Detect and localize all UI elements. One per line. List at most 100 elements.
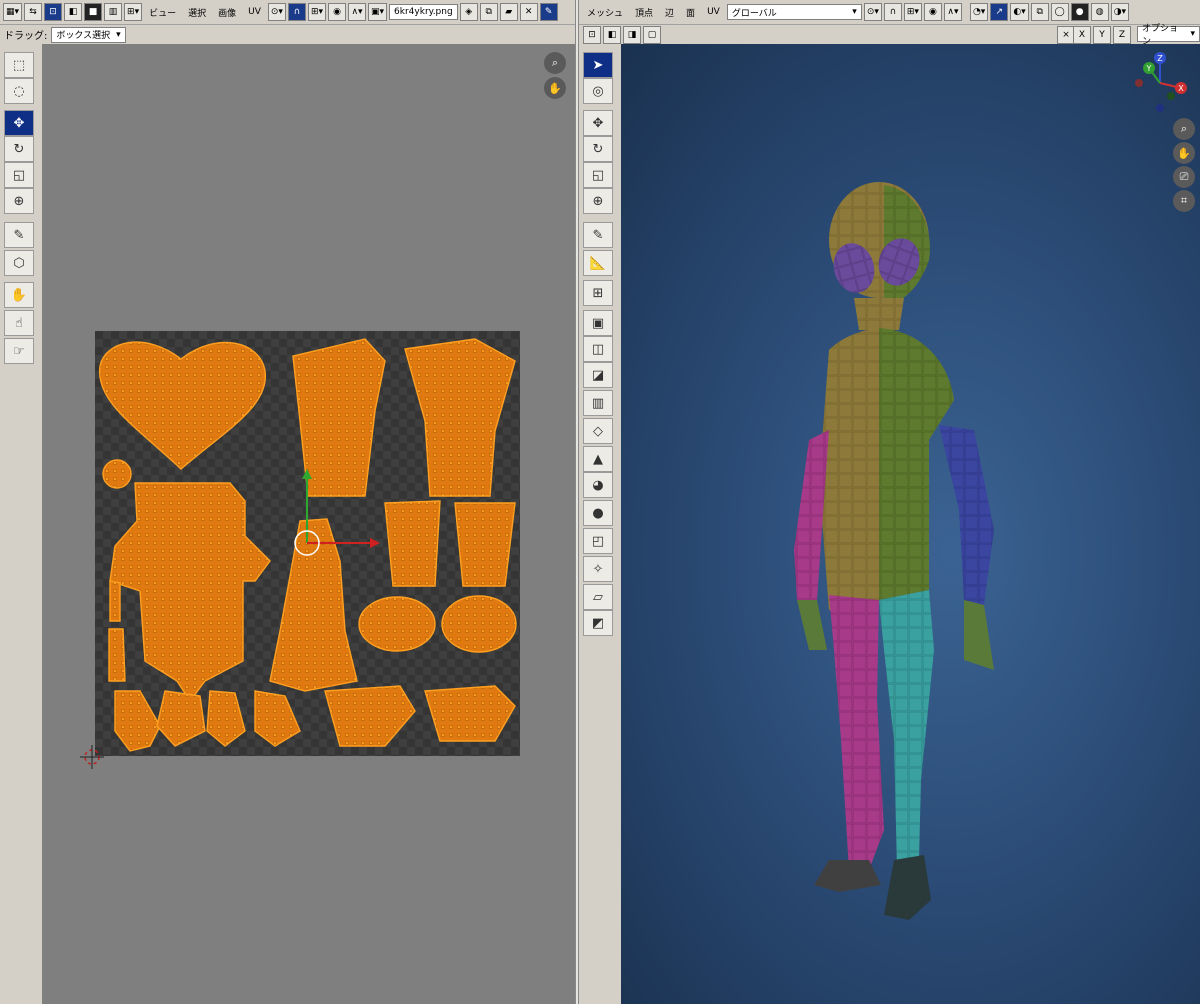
image-browse-icon[interactable]: ▣▾ bbox=[368, 3, 388, 21]
uv-2d-cursor-icon[interactable] bbox=[80, 745, 104, 769]
tool-annotate[interactable]: ✎ bbox=[4, 222, 34, 248]
image-name-text: 6kr4ykry.png bbox=[394, 7, 453, 17]
tool-knife[interactable]: ◇ bbox=[583, 418, 613, 444]
shading-render-icon[interactable]: ◑▾ bbox=[1110, 3, 1130, 21]
uv-editor[interactable]: ▦▾ ⇆ ⊡ ◧ ■ ▥ ⊞▾ ビュー 選択 画像 UV ⊙▾ ∩ ⊞▾ ◉ ∧… bbox=[0, 0, 575, 1004]
tool-select[interactable]: ➤ bbox=[583, 52, 613, 78]
menu-uv-3d[interactable]: UV bbox=[702, 7, 725, 17]
drag-mode-select[interactable]: ボックス選択 ▾ bbox=[51, 26, 126, 43]
tool-annotate-3d[interactable]: ✎ bbox=[583, 222, 613, 248]
menu-edge[interactable]: 辺 bbox=[660, 6, 679, 19]
falloff-icon[interactable]: ∧▾ bbox=[348, 3, 367, 21]
new-image-icon[interactable]: ⧉ bbox=[479, 3, 498, 21]
select-mode-edge-icon[interactable]: ◧ bbox=[603, 26, 621, 44]
options-dropdown[interactable]: オプション ▾ bbox=[1137, 24, 1200, 47]
uv-texture-area[interactable] bbox=[95, 331, 520, 756]
tool-poly-build[interactable]: ▲ bbox=[583, 446, 613, 472]
tool-shrink[interactable]: ✧ bbox=[583, 556, 613, 582]
tool-cursor-3d[interactable]: ◎ bbox=[583, 78, 613, 104]
tool-select-circle[interactable]: ◌ bbox=[4, 78, 34, 104]
shading-material-icon[interactable]: ◍ bbox=[1090, 3, 1109, 21]
tool-scale[interactable]: ◱ bbox=[4, 162, 34, 188]
falloff-3d-icon[interactable]: ∧▾ bbox=[943, 3, 962, 21]
select-mode-extra-icon[interactable]: ▢ bbox=[643, 26, 661, 44]
zoom-3d-icon[interactable]: ⌕ bbox=[1173, 118, 1195, 140]
sticky-select-icon[interactable]: ⊞▾ bbox=[124, 3, 143, 21]
menu-face[interactable]: 面 bbox=[681, 6, 700, 19]
tool-rotate[interactable]: ↻ bbox=[4, 136, 34, 162]
menu-image[interactable]: 画像 bbox=[213, 6, 241, 19]
axis-z-button[interactable]: Z bbox=[1113, 26, 1131, 44]
tool-rotate-3d[interactable]: ↻ bbox=[583, 136, 613, 162]
tool-move-3d[interactable]: ✥ bbox=[583, 110, 613, 136]
xray-icon[interactable]: ⧉ bbox=[1030, 3, 1049, 21]
menu-select[interactable]: 選択 bbox=[183, 6, 211, 19]
face-select-icon[interactable]: ■ bbox=[84, 3, 103, 21]
tool-extrude[interactable]: ▣ bbox=[583, 310, 613, 336]
shading-wire-icon[interactable]: ◯ bbox=[1050, 3, 1069, 21]
tool-inset[interactable]: ◫ bbox=[583, 336, 613, 362]
pivot-icon[interactable]: ⊙▾ bbox=[267, 3, 286, 21]
editor-type-icon[interactable]: ▦▾ bbox=[3, 3, 23, 21]
gizmo-toggle-icon[interactable]: ↗ bbox=[990, 3, 1009, 21]
tool-smooth[interactable]: ● bbox=[583, 500, 613, 526]
tool-cursor[interactable]: ⬡ bbox=[4, 250, 34, 276]
gizmo-z-label: Z bbox=[1157, 54, 1163, 63]
tool-move[interactable]: ✥ bbox=[4, 110, 34, 136]
viewport-header: メッシュ 頂点 辺 面 UV グローバル ▾ ⊙▾ ∩ ⊞▾ ◉ ∧▾ ◔▾ ↗ … bbox=[579, 0, 1200, 25]
snap-element-icon[interactable]: ⊞▾ bbox=[903, 3, 922, 21]
character-model[interactable] bbox=[769, 180, 1189, 940]
fake-user-icon[interactable]: ◈ bbox=[459, 3, 478, 21]
pivot-3d-icon[interactable]: ⊙▾ bbox=[863, 3, 882, 21]
proportional-3d-icon[interactable]: ◉ bbox=[923, 3, 942, 21]
tool-scale-3d[interactable]: ◱ bbox=[583, 162, 613, 188]
close-image-icon[interactable]: ✕ bbox=[519, 3, 538, 21]
tool-bevel[interactable]: ◪ bbox=[583, 362, 613, 388]
sync-selection-icon[interactable]: ⇆ bbox=[24, 3, 43, 21]
shading-solid-icon[interactable]: ● bbox=[1070, 3, 1089, 21]
menu-view[interactable]: ビュー bbox=[144, 6, 181, 19]
tool-spin[interactable]: ◕ bbox=[583, 472, 613, 498]
menu-mesh[interactable]: メッシュ bbox=[582, 6, 628, 19]
tool-measure[interactable]: 📐 bbox=[583, 250, 613, 276]
image-name-field[interactable]: 6kr4ykry.png bbox=[389, 4, 458, 20]
viewport-tool-settings: ⊡ ◧ ◨ ▢ ⨯ X Y Z オプション ▾ bbox=[579, 24, 1200, 47]
tool-loop-cut[interactable]: ▥ bbox=[583, 390, 613, 416]
edge-select-icon[interactable]: ◧ bbox=[64, 3, 83, 21]
uv-island-foot-left bbox=[358, 596, 436, 652]
select-mode-vertex-icon[interactable]: ⊡ bbox=[583, 26, 601, 44]
tool-transform-3d[interactable]: ⊕ bbox=[583, 188, 613, 214]
uv-island-foot-right bbox=[441, 595, 517, 653]
pan-3d-icon[interactable]: ✋ bbox=[1173, 142, 1195, 164]
pan-hand-icon[interactable]: ✋ bbox=[544, 77, 566, 99]
tool-add-cube[interactable]: ⊞ bbox=[583, 280, 613, 306]
tool-transform[interactable]: ⊕ bbox=[4, 188, 34, 214]
navigation-gizmo[interactable]: Z Y X bbox=[1127, 50, 1193, 116]
open-image-icon[interactable]: ▰ bbox=[499, 3, 518, 21]
uv-island-hand-2 bbox=[156, 690, 206, 747]
visibility-icon[interactable]: ◔▾ bbox=[969, 3, 989, 21]
tool-relax[interactable]: ☝ bbox=[4, 310, 34, 336]
proportional-edit-icon[interactable]: ◉ bbox=[328, 3, 347, 21]
snap-icon[interactable]: ∩ bbox=[287, 3, 306, 21]
viewport-3d[interactable]: メッシュ 頂点 辺 面 UV グローバル ▾ ⊙▾ ∩ ⊞▾ ◉ ∧▾ ◔▾ ↗ … bbox=[579, 0, 1200, 1004]
axis-x-button[interactable]: X bbox=[1073, 26, 1091, 44]
snap-target-icon[interactable]: ⊞▾ bbox=[307, 3, 327, 21]
island-select-icon[interactable]: ▥ bbox=[104, 3, 123, 21]
tool-edge-slide[interactable]: ◰ bbox=[583, 528, 613, 554]
menu-uv[interactable]: UV bbox=[243, 7, 266, 17]
orientation-select[interactable]: グローバル ▾ bbox=[726, 4, 862, 20]
axis-y-button[interactable]: Y bbox=[1093, 26, 1111, 44]
overlay-icon[interactable]: ◐▾ bbox=[1010, 3, 1029, 21]
tool-grab[interactable]: ✋ bbox=[4, 282, 34, 308]
tool-rip[interactable]: ◩ bbox=[583, 610, 613, 636]
tool-shear[interactable]: ▱ bbox=[583, 584, 613, 610]
snap-3d-icon[interactable]: ∩ bbox=[883, 3, 902, 21]
vertex-select-icon[interactable]: ⊡ bbox=[44, 3, 63, 21]
tool-pinch[interactable]: ☞ bbox=[4, 338, 34, 364]
tool-select-box[interactable]: ⬚ bbox=[4, 52, 34, 78]
pin-icon[interactable]: ✎ bbox=[539, 3, 558, 21]
zoom-icon[interactable]: ⌕ bbox=[544, 52, 566, 74]
select-mode-face-icon[interactable]: ◨ bbox=[623, 26, 641, 44]
menu-vertex[interactable]: 頂点 bbox=[630, 6, 658, 19]
